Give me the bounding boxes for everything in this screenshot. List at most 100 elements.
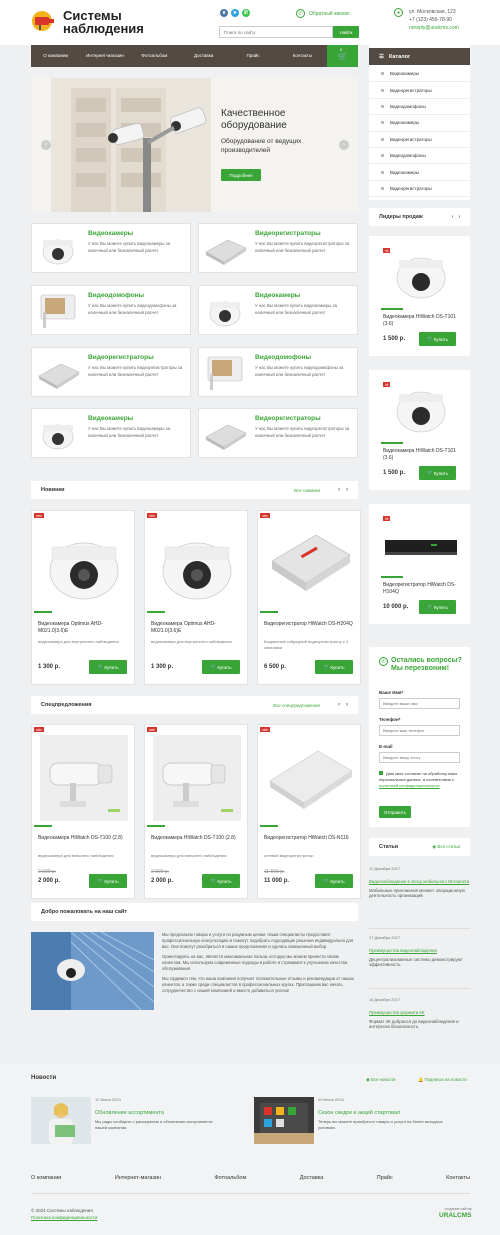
catalog-item[interactable]: Видеокамеры (369, 164, 470, 181)
consent-checkbox[interactable]: Даю свое согласие на обработку моих перс… (379, 771, 460, 789)
tile-title[interactable]: Видеодомофоны (88, 292, 144, 299)
article-title[interactable]: Преимущества видеонаблюдения (369, 948, 470, 954)
buy-button[interactable]: 🛒 Купить (419, 600, 456, 614)
tile-title[interactable]: Видеорегистраторы (255, 415, 321, 422)
chevron-left-icon[interactable]: ‹ (338, 487, 340, 493)
camera-logo-icon[interactable] (31, 10, 57, 32)
catalog-item[interactable]: Видеорегистраторы (369, 181, 470, 198)
tile-title[interactable]: Видеокамеры (88, 230, 133, 237)
footer-nav-item[interactable]: Контакты (446, 1175, 470, 1181)
catalog-item[interactable]: Видеодомофоны (369, 148, 470, 165)
product-name[interactable]: Видеорегистратор HiWatch DS-H104Q (383, 582, 461, 595)
product-card[interactable]: sale Видеокамера HiWatch DS-T100 (2.8) в… (31, 724, 135, 899)
buy-button[interactable]: 🛒 Купить (419, 332, 456, 346)
all-news-link[interactable]: ◉ Все новости (366, 1077, 395, 1083)
telegram-icon[interactable]: ➤ (231, 9, 239, 17)
submit-button[interactable]: Отправить (379, 806, 411, 818)
catalog-item[interactable]: Видеодомофоны (369, 99, 470, 116)
category-tile[interactable]: Видеокамеры У нас Вы можете купить видео… (31, 408, 191, 458)
catalog-item[interactable]: Видеокамеры (369, 66, 470, 83)
product-card[interactable]: new Видеокамера Optimus AHD-M021.0(3.6)E… (144, 510, 248, 685)
chevron-right-icon[interactable]: › (346, 487, 348, 493)
catalog-header[interactable]: ☰ Каталог (369, 48, 470, 65)
cart-button[interactable]: 🛒 (327, 45, 358, 67)
all-articles-link[interactable]: ◉ Все статьи (432, 844, 460, 850)
product-name[interactable]: Видеокамера HiWatch DS-T101 (3.6) (383, 448, 461, 461)
buy-button[interactable]: 🛒 Купить (89, 874, 127, 888)
slider-prev-button[interactable]: ‹ (41, 140, 51, 150)
whatsapp-icon[interactable]: ✆ (242, 9, 250, 17)
article-title[interactable]: Видеонаблюдение в эпоху мобильного Интер… (369, 879, 470, 885)
chevron-right-icon[interactable]: › (458, 214, 460, 220)
nav-item-price[interactable]: Прайс (228, 45, 277, 67)
news-item-title[interactable]: Сезон скидок и акций стартовал (318, 1110, 448, 1116)
category-tile[interactable]: Видеодомофоны У нас Вы можете купить вид… (198, 347, 358, 397)
nav-item-delivery[interactable]: Доставка (179, 45, 228, 67)
footer-nav-item[interactable]: О компании (31, 1175, 61, 1181)
phone-input[interactable] (379, 725, 460, 736)
footer-nav-item[interactable]: Интернет-магазин (115, 1175, 161, 1181)
leader-card[interactable]: hit Видеорегистратор HiWatch DS-H104Q 10… (369, 504, 470, 624)
category-tile[interactable]: Видеорегистраторы У нас Вы можете купить… (31, 347, 191, 397)
leader-card[interactable]: hit Видеокамера HiWatch DS-T101 (3.6) 1 … (369, 370, 470, 490)
checkbox-icon[interactable] (379, 771, 383, 775)
footer-nav-item[interactable]: Доставка (300, 1175, 324, 1181)
buy-button[interactable]: 🛒 Купить (315, 660, 353, 674)
category-tile[interactable]: Видеокамеры У нас Вы можете купить видео… (31, 223, 191, 273)
category-tile[interactable]: Видеорегистраторы У нас Вы можете купить… (198, 408, 358, 458)
product-name[interactable]: Видеокамера HiWatch DS-T100 (2.8) (151, 835, 243, 842)
product-name[interactable]: Видеокамера Optimus AHD-M021.0(3.6)E (151, 621, 243, 634)
category-tile[interactable]: Видеодомофоны У нас Вы можете купить вид… (31, 285, 191, 335)
product-card[interactable]: sale Видеокамера HiWatch DS-T100 (2.8) в… (144, 724, 248, 899)
nav-item-about[interactable]: О компании (31, 45, 80, 67)
footer-nav-item[interactable]: Фотоальбом (214, 1175, 246, 1181)
developer-credit[interactable]: создание сайтов URALCMS (439, 1207, 472, 1219)
product-name[interactable]: Видеорегистратор HiWatch DS-H204Q (264, 621, 356, 628)
category-tile[interactable]: Видеорегистраторы У нас Вы можете купить… (198, 223, 358, 273)
chevron-left-icon[interactable]: ‹ (452, 214, 456, 220)
news-image[interactable] (254, 1097, 314, 1144)
callback-link[interactable]: ✆ Обратный звонок (296, 9, 349, 18)
nav-item-shop[interactable]: Интернет-магазин (80, 45, 129, 67)
tile-title[interactable]: Видеорегистраторы (255, 230, 321, 237)
email[interactable]: noreply@uralcms.com (409, 24, 459, 32)
footer-nav-item[interactable]: Прайс (377, 1175, 393, 1181)
tile-title[interactable]: Видеокамеры (88, 415, 133, 422)
subscribe-link[interactable]: 🔔 Подписка на новости (418, 1077, 467, 1083)
catalog-item[interactable]: Видеокамеры (369, 115, 470, 132)
nav-item-photo[interactable]: Фотоальбом (130, 45, 179, 67)
slide-more-button[interactable]: Подробнее (221, 169, 261, 181)
buy-button[interactable]: 🛒 Купить (202, 874, 240, 888)
product-name[interactable]: Видеокамера HiWatch DS-T101 (3.6) (383, 314, 461, 327)
privacy-link[interactable]: Политика конфиденциальности (31, 1215, 97, 1220)
product-card[interactable]: new Видеокамера Optimus AHD-M021.0(3.6)E… (31, 510, 135, 685)
tile-title[interactable]: Видеодомофоны (255, 354, 311, 361)
all-new-link[interactable]: Все новинки (294, 488, 320, 493)
catalog-item[interactable]: Видеорегистраторы (369, 132, 470, 148)
vk-icon[interactable]: в (220, 9, 228, 17)
catalog-item[interactable]: Видеорегистраторы (369, 82, 470, 99)
phone[interactable]: +7 (123) 456-78-90 (409, 16, 459, 24)
tile-title[interactable]: Видеорегистраторы (88, 354, 154, 361)
site-title[interactable]: Системы наблюдения (63, 9, 163, 35)
article-title[interactable]: Преимущества формата 4K (369, 1010, 470, 1016)
search-button[interactable]: Найти (333, 26, 359, 38)
product-name[interactable]: Видеорегистратор HiWatch DS-N116 (264, 835, 356, 842)
buy-button[interactable]: 🛒 Купить (315, 874, 353, 888)
product-card[interactable]: sale Видеорегистратор HiWatch DS-N116 се… (257, 724, 361, 899)
email-input[interactable] (379, 752, 460, 763)
chevron-left-icon[interactable]: ‹ (338, 702, 340, 708)
tile-title[interactable]: Видеокамеры (255, 292, 300, 299)
product-card[interactable]: new Видеорегистратор HiWatch DS-H204Q Бю… (257, 510, 361, 685)
product-name[interactable]: Видеокамера HiWatch DS-T100 (2.8) (38, 835, 130, 842)
leader-card[interactable]: hit Видеокамера HiWatch DS-T101 (3.6) 1 … (369, 236, 470, 356)
all-special-link[interactable]: Все спецпредложения (273, 703, 320, 708)
nav-item-contacts[interactable]: Контакты (278, 45, 327, 67)
news-item-title[interactable]: Обновление ассортимента (95, 1110, 225, 1116)
category-tile[interactable]: Видеокамеры У нас Вы можете купить видео… (198, 285, 358, 335)
name-input[interactable] (379, 698, 460, 709)
product-name[interactable]: Видеокамера Optimus AHD-M021.0(3.6)E (38, 621, 130, 634)
buy-button[interactable]: 🛒 Купить (419, 466, 456, 480)
buy-button[interactable]: 🛒 Купить (202, 660, 240, 674)
news-image[interactable] (31, 1097, 91, 1144)
